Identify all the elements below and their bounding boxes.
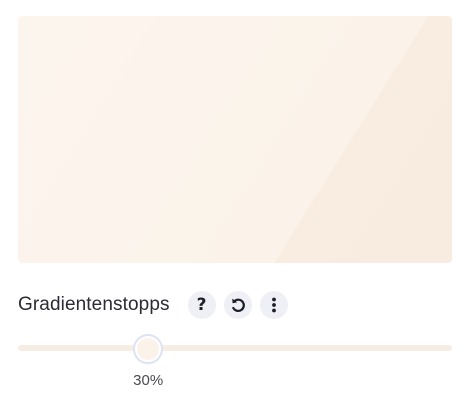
gradient-stop-handle[interactable] <box>135 336 162 362</box>
gradient-stop-value: 30% <box>133 372 164 389</box>
gradient-stops-header: Gradientenstopps ? <box>18 290 288 320</box>
reset-button[interactable] <box>223 291 252 319</box>
gradient-stops-label: Gradientenstopps <box>18 294 170 315</box>
gradient-stop-slider[interactable] <box>18 336 452 362</box>
gradient-editor-panel: Gradientenstopps ? 30% <box>0 0 474 412</box>
gradient-preview <box>18 16 452 263</box>
more-vertical-icon <box>271 297 276 313</box>
more-options-button[interactable] <box>259 291 288 319</box>
help-button[interactable]: ? <box>187 291 216 319</box>
undo-icon <box>231 298 245 312</box>
slider-track[interactable] <box>18 345 452 351</box>
question-mark-icon: ? <box>196 294 207 315</box>
